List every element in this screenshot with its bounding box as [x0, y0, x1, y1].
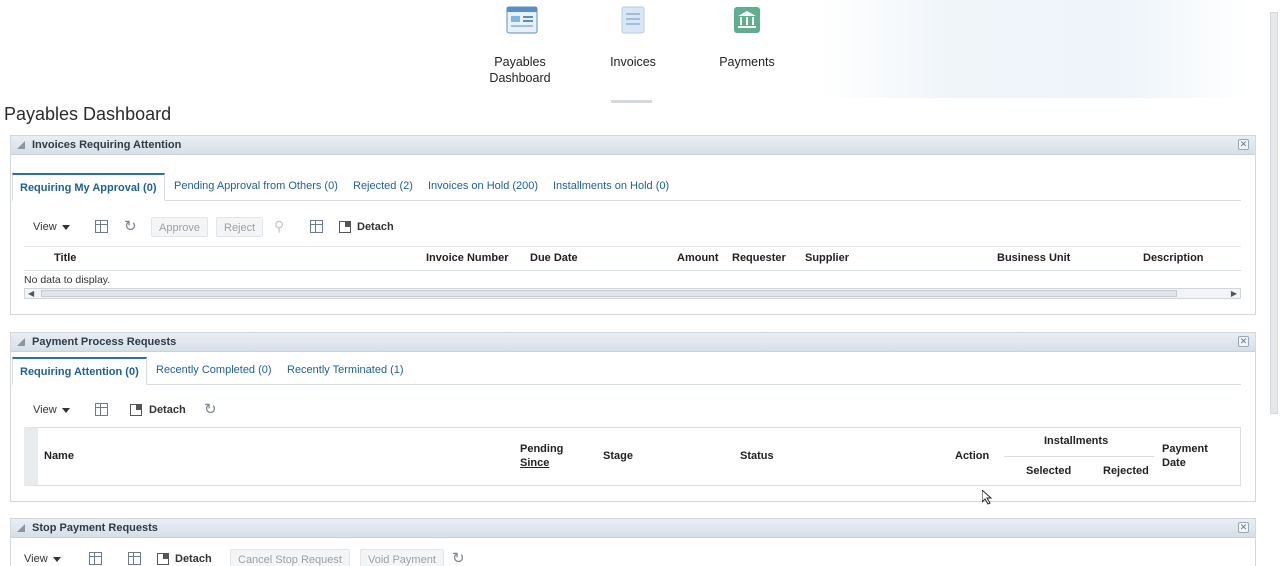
columns-icon[interactable]	[95, 220, 108, 233]
tab-pending-approval-others[interactable]: Pending Approval from Others (0)	[174, 173, 338, 201]
column-header[interactable]: Business Unit	[997, 252, 1070, 264]
column-header[interactable]: Rejected	[1103, 465, 1149, 477]
column-header[interactable]: Payment	[1162, 443, 1208, 455]
nav-active-indicator	[611, 100, 652, 103]
scroll-thumb[interactable]	[41, 290, 1177, 297]
collapse-icon[interactable]	[17, 141, 25, 149]
detach-icon[interactable]	[339, 221, 351, 233]
tab-requiring-my-approval[interactable]: Requiring My Approval (0)	[12, 173, 165, 201]
horizontal-scrollbar[interactable]: ◀ ▶	[24, 288, 1241, 299]
nav-payables-dashboard[interactable]: Payables Dashboard	[475, 6, 565, 86]
collapse-icon[interactable]	[17, 524, 25, 532]
column-header[interactable]: Status	[740, 450, 774, 462]
column-header[interactable]: Name	[44, 450, 74, 462]
scroll-right-icon[interactable]: ▶	[1231, 289, 1237, 298]
column-header[interactable]: Title	[54, 252, 76, 264]
nav-label-line1: Payables	[494, 55, 546, 69]
page-title: Payables Dashboard	[4, 104, 172, 124]
reject-button[interactable]: Reject	[216, 217, 264, 237]
chevron-down-icon	[61, 224, 70, 230]
void-payment-button[interactable]: Void Payment	[360, 549, 444, 566]
tab-installments-on-hold[interactable]: Installments on Hold (0)	[553, 173, 669, 201]
collapse-icon[interactable]	[17, 338, 25, 346]
view-menu[interactable]: View	[33, 400, 70, 420]
tab-recently-completed[interactable]: Recently Completed (0)	[156, 357, 272, 385]
panel-header: Payment Process Requests ✕	[11, 333, 1255, 352]
filter-columns-icon[interactable]	[128, 552, 141, 565]
column-header[interactable]: Requester	[732, 252, 786, 264]
nav-label-line2: Dashboard	[489, 71, 551, 85]
close-icon[interactable]: ✕	[1238, 336, 1249, 347]
chevron-down-icon	[52, 556, 61, 562]
invoices-toolbar: View ↻ Approve Reject ⚲ Detach	[33, 217, 433, 237]
panel-header: Stop Payment Requests ✕	[11, 519, 1255, 538]
header-background-graphic	[820, 0, 1250, 98]
detach-button[interactable]: Detach	[149, 400, 186, 420]
stop-payment-toolbar: View Detach Cancel Stop Request Void Pay…	[24, 549, 484, 566]
tab-invoices-on-hold[interactable]: Invoices on Hold (200)	[428, 173, 538, 201]
column-header[interactable]: Date	[1162, 457, 1186, 469]
invoice-icon	[619, 6, 647, 36]
column-header[interactable]: Due Date	[530, 252, 578, 264]
column-header[interactable]: Since	[520, 457, 549, 469]
refresh-icon[interactable]: ↻	[452, 551, 465, 566]
tab-recently-terminated[interactable]: Recently Terminated (1)	[287, 357, 404, 385]
view-menu[interactable]: View	[33, 217, 70, 237]
scroll-thumb[interactable]	[1270, 12, 1278, 414]
detach-button[interactable]: Detach	[175, 549, 212, 566]
column-header[interactable]: Invoice Number	[426, 252, 509, 264]
chevron-down-icon	[61, 407, 70, 413]
bank-icon	[733, 6, 761, 36]
panel-title: Payment Process Requests	[32, 336, 177, 348]
approve-button[interactable]: Approve	[151, 217, 208, 237]
column-header[interactable]: Stage	[603, 450, 633, 462]
nav-label: Invoices	[610, 55, 656, 69]
columns-icon[interactable]	[95, 403, 108, 416]
column-header[interactable]: Pending	[520, 443, 563, 455]
column-header[interactable]: Supplier	[805, 252, 849, 264]
panel-title: Stop Payment Requests	[32, 522, 158, 534]
divider	[1004, 456, 1154, 457]
view-label: View	[24, 553, 48, 565]
page-vertical-scrollbar[interactable]	[1268, 0, 1280, 566]
column-header[interactable]: Amount	[677, 252, 719, 264]
detach-icon[interactable]	[130, 404, 142, 416]
column-header[interactable]: Description	[1143, 252, 1204, 264]
nav-label: Payments	[719, 55, 775, 69]
scroll-left-icon[interactable]: ◀	[28, 289, 34, 298]
nav-payments[interactable]: Payments	[702, 6, 792, 70]
mouse-cursor	[981, 488, 993, 510]
tab-rejected[interactable]: Rejected (2)	[353, 173, 413, 201]
columns-icon[interactable]	[89, 552, 102, 565]
ppr-toolbar: View Detach ↻	[33, 400, 233, 420]
detach-button[interactable]: Detach	[357, 217, 394, 237]
dashboard-icon	[506, 6, 538, 36]
close-icon[interactable]: ✕	[1238, 139, 1249, 150]
cancel-stop-request-button[interactable]: Cancel Stop Request	[230, 549, 350, 566]
nav-invoices[interactable]: Invoices	[588, 6, 678, 70]
column-header[interactable]: Action	[955, 450, 989, 462]
filter-columns-icon[interactable]	[310, 220, 323, 233]
view-label: View	[33, 404, 57, 416]
ppr-tabs: Requiring Attention (0) Recently Complet…	[12, 357, 1241, 385]
refresh-icon[interactable]: ↻	[124, 219, 137, 235]
detach-icon[interactable]	[157, 553, 169, 565]
view-label: View	[33, 221, 57, 233]
refresh-icon[interactable]: ↻	[204, 402, 217, 418]
divider	[24, 246, 1241, 247]
divider	[24, 270, 1241, 271]
column-group-header: Installments	[1044, 435, 1109, 447]
top-navigation: Payables Dashboard Invoices Payments	[0, 0, 1280, 106]
close-icon[interactable]: ✕	[1238, 522, 1249, 533]
panel-title: Invoices Requiring Attention	[32, 139, 182, 151]
tab-requiring-attention[interactable]: Requiring Attention (0)	[12, 357, 147, 385]
empty-table-message: No data to display.	[24, 274, 111, 286]
attachment-icon[interactable]: ⚲	[274, 218, 284, 234]
invoices-tabs: Requiring My Approval (0) Pending Approv…	[12, 173, 1241, 201]
panel-header: Invoices Requiring Attention ✕	[11, 136, 1255, 155]
column-header[interactable]: Selected	[1026, 465, 1071, 477]
view-menu[interactable]: View	[24, 549, 61, 566]
